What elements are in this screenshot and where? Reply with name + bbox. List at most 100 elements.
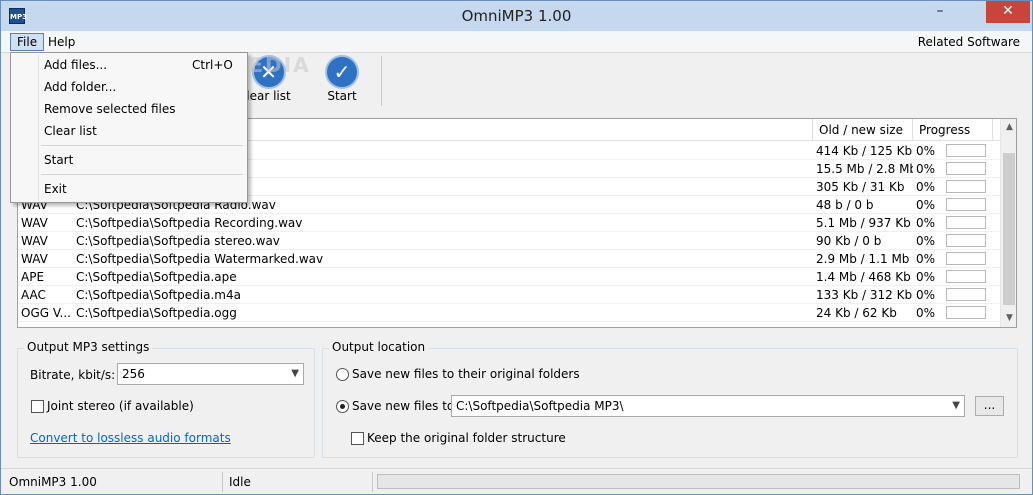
file-size-cell: 90 Kb / 0 b (816, 234, 882, 248)
file-size-cell: 2.9 Mb / 1.1 Mb (816, 252, 910, 266)
row-progress-bar (946, 162, 986, 175)
bitrate-select[interactable]: 256 ▼ (117, 363, 304, 385)
file-path-cell: C:\Softpedia\Softpedia.m4a (76, 288, 241, 302)
file-type-cell: WAV (21, 234, 48, 248)
header-size[interactable]: Old / new size (813, 119, 913, 141)
bitrate-value: 256 (122, 367, 145, 381)
toolbar-separator (381, 56, 382, 106)
menu-item-shortcut: Ctrl+O (192, 58, 233, 72)
row-progress-bar (946, 198, 986, 211)
list-scrollbar[interactable]: ▲ ▼ (1000, 119, 1016, 327)
menu-item-label: Add folder... (44, 80, 117, 94)
output-location-group: Output location Save new files to their … (322, 340, 1018, 458)
original-folders-radio[interactable] (336, 368, 349, 381)
scroll-down-icon[interactable]: ▼ (1001, 310, 1016, 327)
file-size-cell: 24 Kb / 62 Kb (816, 306, 897, 320)
progress-text-cell: 0% (916, 216, 936, 230)
browse-button[interactable]: ... (975, 396, 1004, 416)
table-row[interactable]: APE C:\Softpedia\Softpedia.ape 1.4 Mb / 46… (18, 268, 1000, 286)
clear-list-label: lear list (246, 89, 291, 103)
menu-item-label: Start (44, 153, 74, 167)
progress-text-cell: 0% (916, 252, 936, 266)
keep-structure-checkbox[interactable] (351, 432, 364, 445)
keep-structure-label[interactable]: Keep the original folder structure (367, 431, 566, 445)
start-label: Start (327, 89, 357, 103)
row-progress-bar (946, 270, 986, 283)
table-row[interactable]: WAV C:\Softpedia\Softpedia Watermarked.wa… (18, 250, 1000, 268)
progress-text-cell: 0% (916, 180, 936, 194)
file-type-cell: OGG V... (21, 306, 71, 320)
menu-remove-selected[interactable]: Remove selected files (14, 98, 244, 120)
menu-item-label: Add files... (44, 58, 108, 72)
table-row[interactable]: WAV C:\Softpedia\Softpedia Recording.wav 5… (18, 214, 1000, 232)
row-progress-bar (946, 234, 986, 247)
file-size-cell: 414 Kb / 125 Kb (816, 144, 913, 158)
joint-stereo-label[interactable]: Joint stereo (if available) (47, 399, 194, 413)
original-folders-label[interactable]: Save new files to their original folders (352, 367, 580, 381)
file-type-cell: WAV (21, 216, 48, 230)
table-row[interactable]: OGG V... C:\Softpedia\Softpedia.ogg 24 Kb … (18, 304, 1000, 322)
lossless-formats-link[interactable]: Convert to lossless audio formats (30, 431, 231, 445)
menu-file[interactable]: File (10, 33, 45, 51)
row-progress-bar (946, 306, 986, 319)
file-path-cell: C:\Softpedia\Softpedia Watermarked.wav (76, 252, 324, 266)
file-size-cell: 48 b / 0 b (816, 198, 874, 212)
row-progress-bar (946, 144, 986, 157)
menu-help[interactable]: Help (42, 33, 81, 51)
file-size-cell: 305 Kb / 31 Kb (816, 180, 905, 194)
file-type-cell: AAC (21, 288, 46, 302)
file-size-cell: 133 Kb / 312 Kb (816, 288, 913, 302)
menu-exit[interactable]: Exit (14, 178, 244, 200)
menu-item-label: Exit (44, 182, 67, 196)
bitrate-label: Bitrate, kbit/s: (30, 368, 116, 382)
output-path-value: C:\Softpedia\Softpedia MP3\ (456, 399, 624, 413)
row-progress-bar (946, 288, 986, 301)
scroll-up-icon[interactable]: ▲ (1001, 119, 1016, 136)
row-progress-bar (946, 252, 986, 265)
close-button[interactable]: ✕ (986, 1, 1030, 23)
menu-clear-list[interactable]: Clear list (14, 120, 244, 142)
output-location-title: Output location (329, 340, 429, 354)
menu-separator (41, 174, 243, 175)
menu-item-label: Remove selected files (44, 102, 176, 116)
row-progress-bar (946, 216, 986, 229)
joint-stereo-checkbox[interactable] (31, 400, 44, 413)
status-state: Idle (225, 472, 373, 492)
table-row[interactable]: WAV C:\Softpedia\Softpedia stereo.wav 90 K… (18, 232, 1000, 250)
header-progress[interactable]: Progress (913, 119, 993, 141)
menu-start[interactable]: Start (14, 149, 244, 171)
file-type-cell: APE (21, 270, 45, 284)
progress-text-cell: 0% (916, 144, 936, 158)
menu-add-files[interactable]: Add files... Ctrl+O (14, 54, 244, 76)
app-window: MP3 OmniMP3 1.00 – ✕ File Help Related S… (0, 0, 1033, 495)
menu-item-label: Clear list (44, 124, 97, 138)
chevron-down-icon: ▼ (952, 400, 960, 411)
file-size-cell: 5.1 Mb / 937 Kb (816, 216, 911, 230)
file-path-cell: C:\Softpedia\Softpedia.ape (76, 270, 237, 284)
minimize-button[interactable]: – (926, 1, 954, 23)
progress-text-cell: 0% (916, 270, 936, 284)
save-to-radio[interactable] (336, 400, 349, 413)
save-to-label[interactable]: Save new files to: (352, 399, 458, 413)
menu-bar: File Help Related Software (1, 31, 1032, 53)
status-progress-bar (377, 474, 1020, 489)
menu-separator (41, 145, 243, 146)
menu-add-folder[interactable]: Add folder... (14, 76, 244, 98)
chevron-down-icon: ▼ (291, 368, 299, 379)
file-size-cell: 15.5 Mb / 2.8 Mb (816, 162, 913, 176)
status-bar: OmniMP3 1.00 Idle (1, 468, 1032, 494)
related-software-link[interactable]: Related Software (918, 33, 1020, 51)
progress-text-cell: 0% (916, 198, 936, 212)
start-button[interactable]: ✓ Start (319, 54, 365, 106)
file-path-cell: C:\Softpedia\Softpedia Recording.wav (76, 216, 303, 230)
progress-text-cell: 0% (916, 162, 936, 176)
file-type-cell: WAV (21, 252, 48, 266)
scroll-thumb[interactable] (1003, 153, 1015, 305)
file-size-cell: 1.4 Mb / 468 Kb (816, 270, 911, 284)
file-menu-dropdown: Add files... Ctrl+O Add folder... Remove… (10, 52, 248, 203)
output-path-select[interactable]: C:\Softpedia\Softpedia MP3\ ▼ (451, 395, 965, 417)
file-path-cell: C:\Softpedia\Softpedia.ogg (76, 306, 237, 320)
output-settings-group: Output MP3 settings Bitrate, kbit/s: 256… (17, 340, 315, 458)
table-row[interactable]: AAC C:\Softpedia\Softpedia.m4a 133 Kb / 31… (18, 286, 1000, 304)
file-path-cell: C:\Softpedia\Softpedia stereo.wav (76, 234, 280, 248)
